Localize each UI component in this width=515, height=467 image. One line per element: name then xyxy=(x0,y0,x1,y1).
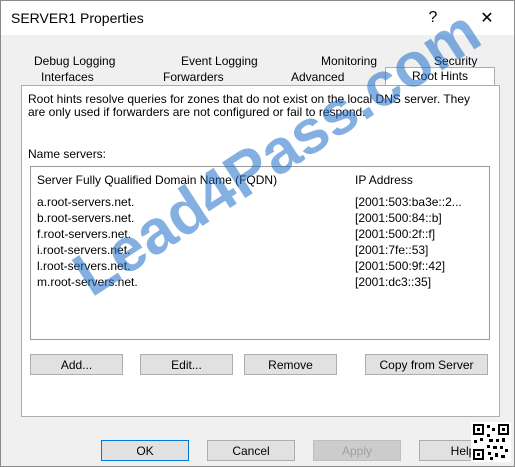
server-ip: [2001:500:9f::42] xyxy=(355,259,446,273)
table-row[interactable]: m.root-servers.net. [2001:dc3::35] xyxy=(31,275,489,291)
cancel-button[interactable]: Cancel xyxy=(207,440,295,461)
name-servers-label: Name servers: xyxy=(28,147,107,161)
tab-advanced[interactable]: Advanced xyxy=(291,69,344,85)
table-row[interactable]: i.root-servers.net. [2001:7fe::53] xyxy=(31,243,489,259)
ok-button[interactable]: OK xyxy=(101,440,189,461)
help-icon: ? xyxy=(428,9,438,26)
server-fqdn: b.root-servers.net. xyxy=(37,211,135,225)
close-icon: ✕ xyxy=(480,10,494,27)
title-bar: SERVER1 Properties ? ✕ xyxy=(1,1,514,35)
table-row[interactable]: f.root-servers.net. [2001:500:2f::f] xyxy=(31,227,489,243)
tab-monitoring[interactable]: Monitoring xyxy=(321,53,377,69)
copy-from-server-button[interactable]: Copy from Server xyxy=(365,354,488,375)
name-servers-list[interactable]: Server Fully Qualified Domain Name (FQDN… xyxy=(30,166,490,340)
root-hints-panel: Root hints resolve queries for zones tha… xyxy=(21,85,500,417)
apply-button[interactable]: Apply xyxy=(313,440,401,461)
table-row[interactable]: a.root-servers.net. [2001:503:ba3e::2... xyxy=(31,195,489,211)
window-title: SERVER1 Properties xyxy=(11,10,144,26)
server-fqdn: m.root-servers.net. xyxy=(37,275,138,289)
server-ip: [2001:500:84::b] xyxy=(355,211,442,225)
tab-debug-logging[interactable]: Debug Logging xyxy=(34,53,115,69)
table-row[interactable]: b.root-servers.net. [2001:500:84::b] xyxy=(31,211,489,227)
tab-forwarders[interactable]: Forwarders xyxy=(163,69,224,85)
server-ip: [2001:dc3::35] xyxy=(355,275,432,289)
remove-button[interactable]: Remove xyxy=(244,354,337,375)
server1-properties-dialog: SERVER1 Properties ? ✕ Debug Logging Eve… xyxy=(0,0,515,467)
server-fqdn: a.root-servers.net. xyxy=(37,195,135,209)
server-fqdn: f.root-servers.net. xyxy=(37,227,132,241)
tab-root-hints[interactable]: Root Hints xyxy=(385,67,495,85)
column-header-fqdn[interactable]: Server Fully Qualified Domain Name (FQDN… xyxy=(37,173,277,187)
root-hints-description: Root hints resolve queries for zones tha… xyxy=(28,92,471,119)
server-fqdn: i.root-servers.net. xyxy=(37,243,131,257)
server-ip: [2001:7fe::53] xyxy=(355,243,429,257)
tab-interfaces[interactable]: Interfaces xyxy=(41,69,94,85)
column-header-ip-address[interactable]: IP Address xyxy=(355,173,413,187)
table-row[interactable]: l.root-servers.net. [2001:500:9f::42] xyxy=(31,259,489,275)
server-ip: [2001:503:ba3e::2... xyxy=(355,195,462,209)
edit-button[interactable]: Edit... xyxy=(140,354,233,375)
tab-event-logging[interactable]: Event Logging xyxy=(181,53,258,69)
server-ip: [2001:500:2f::f] xyxy=(355,227,436,241)
help-button[interactable]: ? xyxy=(413,5,453,31)
qr-code-icon xyxy=(471,422,511,462)
close-button[interactable]: ✕ xyxy=(467,5,507,31)
add-button[interactable]: Add... xyxy=(30,354,123,375)
server-fqdn: l.root-servers.net. xyxy=(37,259,131,273)
